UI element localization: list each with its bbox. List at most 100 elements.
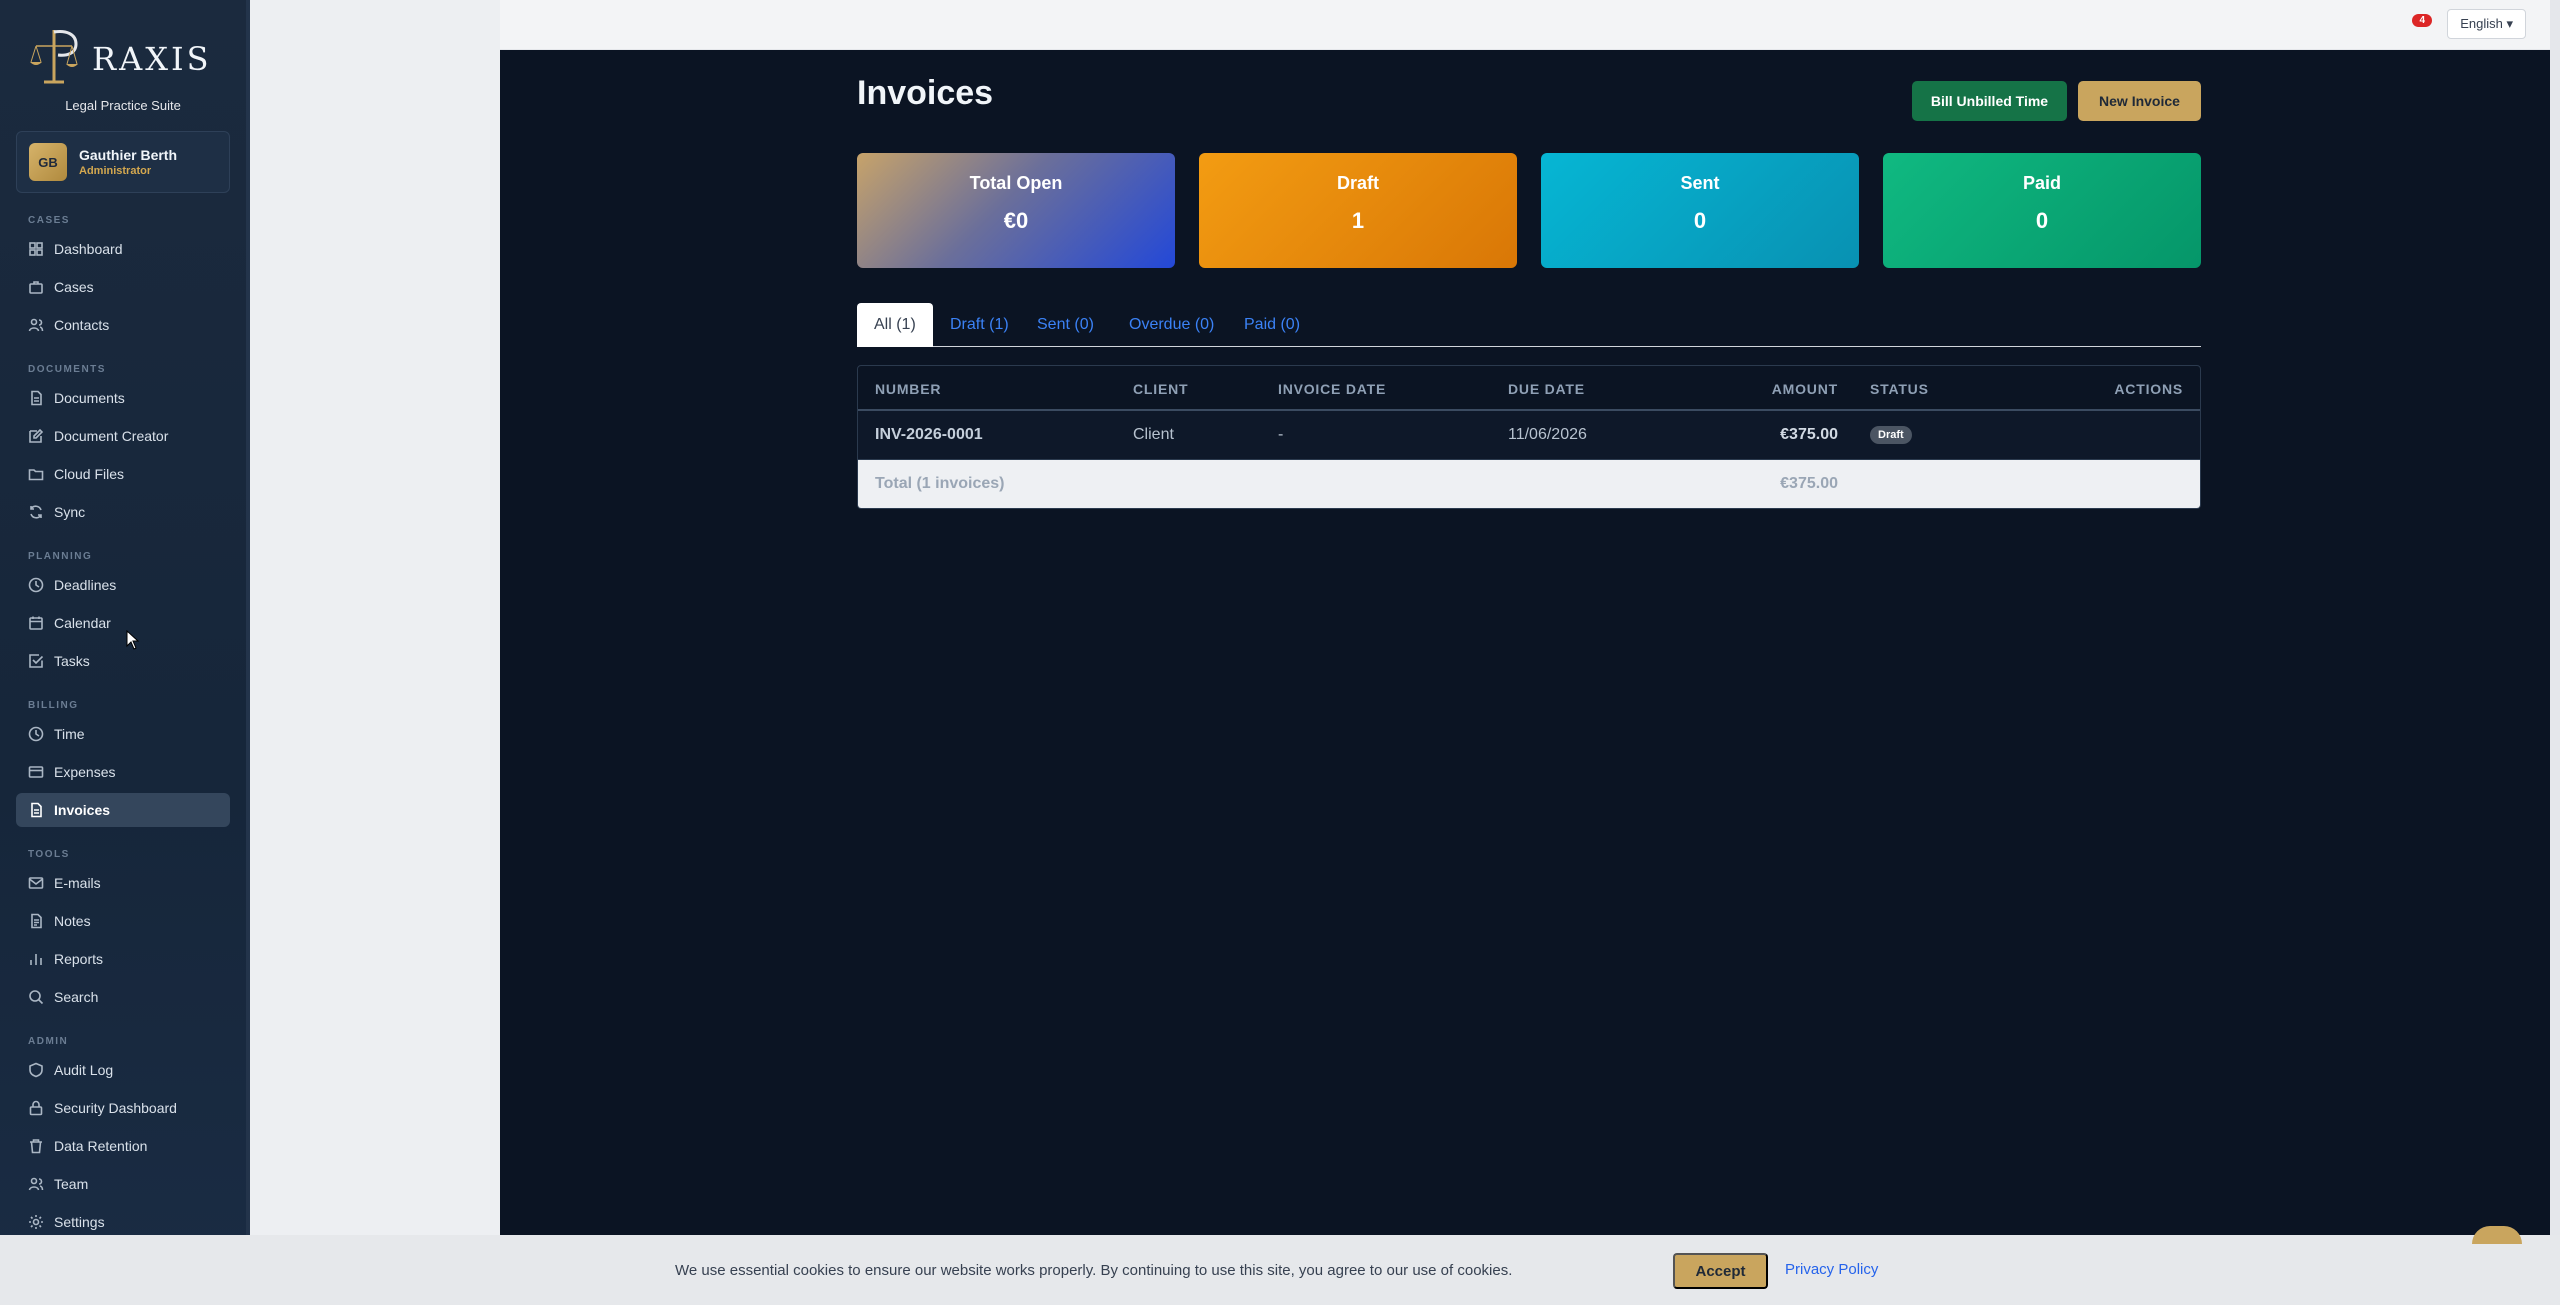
column-header-client[interactable]: CLIENT [1133, 381, 1188, 397]
sidebar-item-audit-log[interactable]: Audit Log [16, 1053, 230, 1087]
tab-overdue[interactable]: Overdue (0) [1112, 303, 1231, 347]
note-icon [28, 913, 44, 929]
refresh-icon [28, 504, 44, 520]
accept-cookies-button[interactable]: Accept [1673, 1253, 1768, 1289]
column-header-actions: ACTIONS [2114, 381, 2183, 397]
edit-icon [28, 428, 44, 444]
total-label: Total (1 invoices) [875, 475, 1005, 492]
user-card[interactable]: GB Gauthier Berth Administrator [16, 131, 230, 193]
lock-icon [28, 1100, 44, 1116]
column-header-status[interactable]: STATUS [1870, 381, 1929, 397]
sidebar-item-calendar[interactable]: Calendar [16, 606, 230, 640]
sidebar-item-label: E-mails [54, 875, 101, 891]
sidebar-item-team[interactable]: Team [16, 1167, 230, 1201]
sidebar-item-contacts[interactable]: Contacts [16, 308, 230, 342]
brand-tagline: Legal Practice Suite [65, 98, 181, 113]
invoice-tabs: All (1) Draft (1) Sent (0) Overdue (0) P… [857, 303, 2201, 347]
sidebar-item-label: Invoices [54, 802, 111, 818]
stat-value: 0 [2035, 208, 2049, 233]
stat-value: 0 [1693, 208, 1707, 233]
privacy-policy-link[interactable]: Privacy Policy [1785, 1261, 1878, 1278]
user-name: Gauthier Berth [79, 147, 178, 163]
tab-paid[interactable]: Paid (0) [1227, 303, 1317, 347]
grid-icon [28, 241, 44, 257]
section-label-planning: PLANNING [28, 551, 93, 562]
mail-icon [28, 875, 44, 891]
invoice-amount: €375.00 [1780, 426, 1838, 443]
clock-icon [28, 577, 44, 593]
sidebar-item-cloud-files[interactable]: Cloud Files [16, 457, 230, 491]
stat-label: Total Open [969, 173, 1063, 193]
help-chat-button[interactable] [2472, 1226, 2522, 1244]
table-row[interactable]: INV-2026-0001 Client - 11/06/2026 €375.0… [858, 411, 2200, 460]
sidebar-item-label: Notes [54, 913, 91, 929]
section-label-admin: ADMIN [28, 1036, 69, 1047]
sidebar-item-expenses[interactable]: Expenses [16, 755, 230, 789]
sidebar-item-label: Contacts [54, 317, 110, 333]
new-invoice-button[interactable]: New Invoice [2078, 81, 2201, 121]
language-select[interactable]: English ▾ [2447, 9, 2526, 39]
sidebar-item-label: Time [54, 726, 85, 742]
sidebar-item-deadlines[interactable]: Deadlines [16, 568, 230, 602]
notification-badge[interactable]: 4 [2412, 14, 2432, 27]
stat-label: Paid [2022, 173, 2061, 193]
sidebar-item-label: Cloud Files [54, 466, 125, 482]
sidebar-item-label: Cases [54, 279, 94, 295]
checkbox-icon [28, 653, 44, 669]
sidebar-item-tasks[interactable]: Tasks [16, 644, 230, 678]
column-header-due-date[interactable]: DUE DATE [1508, 381, 1585, 397]
stat-card-sent: Sent 0 [1541, 153, 1859, 268]
tab-sent[interactable]: Sent (0) [1020, 303, 1111, 347]
users-icon [28, 1176, 44, 1192]
stat-card-draft: Draft 1 [1199, 153, 1517, 268]
page-title: Invoices [857, 74, 994, 112]
sidebar-item-emails[interactable]: E-mails [16, 866, 230, 900]
sidebar-item-security-dashboard[interactable]: Security Dashboard [16, 1091, 230, 1125]
invoice-client: Client [1133, 426, 1174, 443]
sidebar-item-label: Audit Log [54, 1062, 114, 1078]
sidebar-item-label: Team [54, 1176, 89, 1192]
column-header-number[interactable]: NUMBER [875, 381, 941, 397]
sidebar-item-label: Security Dashboard [54, 1100, 177, 1116]
sidebar-item-label: Deadlines [54, 577, 117, 593]
sidebar-item-documents[interactable]: Documents [16, 381, 230, 415]
sidebar-item-data-retention[interactable]: Data Retention [16, 1129, 230, 1163]
invoice-number[interactable]: INV-2026-0001 [875, 426, 983, 444]
credit-card-icon [28, 764, 44, 780]
main-content: Invoices Bill Unbilled Time New Invoice … [500, 50, 2550, 1235]
sidebar-item-reports[interactable]: Reports [16, 942, 230, 976]
tab-draft[interactable]: Draft (1) [933, 303, 1026, 347]
stat-card-paid: Paid 0 [1883, 153, 2201, 268]
shield-icon [28, 1062, 44, 1078]
sidebar-item-label: Calendar [54, 615, 111, 631]
sidebar-item-settings[interactable]: Settings [16, 1205, 230, 1239]
stat-value: €0 [1003, 208, 1029, 233]
sidebar-item-invoices[interactable]: Invoices [16, 793, 230, 827]
sidebar-item-dashboard[interactable]: Dashboard [16, 232, 230, 266]
file-icon [28, 390, 44, 406]
mouse-cursor-icon [126, 630, 140, 650]
logo[interactable]: RAXIS [16, 16, 230, 96]
total-amount: €375.00 [1780, 475, 1838, 492]
users-icon [28, 317, 44, 333]
bill-unbilled-time-button[interactable]: Bill Unbilled Time [1912, 81, 2067, 121]
column-header-invoice-date[interactable]: INVOICE DATE [1278, 381, 1386, 397]
scrollbar[interactable] [2550, 0, 2560, 1305]
tab-all[interactable]: All (1) [857, 303, 933, 347]
column-header-amount[interactable]: AMOUNT [1772, 381, 1838, 397]
section-label-billing: BILLING [28, 700, 79, 711]
stat-card-total-open: Total Open €0 [857, 153, 1175, 268]
sidebar-item-cases[interactable]: Cases [16, 270, 230, 304]
invoice-date: - [1278, 426, 1284, 443]
sidebar-item-time[interactable]: Time [16, 717, 230, 751]
sidebar-item-search[interactable]: Search [16, 980, 230, 1014]
sidebar-item-label: Settings [54, 1214, 105, 1230]
sidebar-item-label: Search [54, 989, 99, 1005]
sidebar-item-notes[interactable]: Notes [16, 904, 230, 938]
stat-label: Sent [1680, 173, 1720, 193]
section-label-documents: DOCUMENTS [28, 364, 106, 375]
calendar-icon [28, 615, 44, 631]
sidebar-item-sync[interactable]: Sync [16, 495, 230, 529]
sidebar-item-document-creator[interactable]: Document Creator [16, 419, 230, 453]
stat-label: Draft [1336, 173, 1379, 193]
